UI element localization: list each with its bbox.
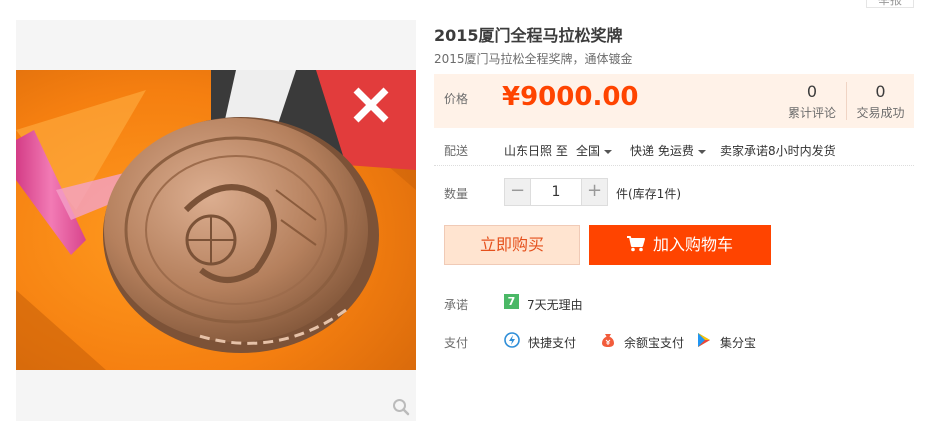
yuebao-icon [602, 334, 614, 347]
product-photo[interactable] [16, 70, 416, 370]
shipping-row: 配送 山东日照 至 全国 快递 免运费 卖家承诺8小时内发货 [434, 132, 914, 166]
payment-method-label: 集分宝 [720, 336, 757, 350]
product-gallery [16, 20, 416, 421]
ship-from: 山东日照 至 [504, 144, 568, 158]
sales-count: 0 [875, 82, 886, 101]
quantity-stepper: − 1 + [504, 178, 608, 206]
product-subtitle: 2015厦门马拉松全程奖牌，通体镀金 [434, 52, 633, 66]
promise-row: 承诺 7 7天无理由 [434, 293, 914, 313]
chevron-down-icon [697, 149, 706, 154]
report-label: 举报 [878, 0, 903, 7]
payment-method-label: 快捷支付 [528, 336, 577, 350]
add-to-cart-label: 加入购物车 [652, 235, 733, 254]
ship-destination-value: 全国 [576, 144, 601, 158]
shipping-label: 配送 [444, 144, 469, 158]
payment-label: 支付 [444, 336, 469, 350]
reviews-label: 累计评论 [787, 106, 836, 120]
payment-method-label: 余额宝支付 [624, 336, 685, 350]
report-link[interactable]: 举报 [866, 0, 914, 8]
medal-photo-graphic [16, 70, 416, 370]
ship-method-select[interactable]: 快递 免运费 [630, 142, 706, 159]
quick-pay-icon [504, 332, 520, 348]
ship-method-value: 快递 免运费 [630, 144, 694, 158]
sales-stat: 0 交易成功 [846, 82, 914, 120]
decrease-button[interactable]: − [505, 179, 531, 205]
seven-day-return-icon: 7 [504, 294, 519, 309]
reviews-stat[interactable]: 0 累计评论 [778, 82, 846, 120]
product-title: 2015厦门全程马拉松奖牌 [434, 26, 623, 45]
zoom-icon[interactable] [392, 398, 410, 416]
add-to-cart-button[interactable]: 加入购物车 [589, 225, 771, 265]
sales-label: 交易成功 [856, 106, 905, 120]
quantity-input[interactable]: 1 [532, 184, 580, 200]
promise-label: 承诺 [444, 298, 469, 312]
price-panel: 价格 ¥9000.00 0 累计评论 0 交易成功 [434, 74, 914, 128]
cart-icon [626, 236, 645, 252]
jifenbao-icon [698, 333, 710, 347]
ship-promise: 卖家承诺8小时内发货 [720, 144, 836, 158]
quantity-label: 数量 [444, 187, 469, 201]
price-value: ¥9000.00 [502, 82, 639, 112]
ship-destination-select[interactable]: 全国 [576, 142, 613, 159]
reviews-count: 0 [806, 82, 818, 101]
buy-now-button[interactable]: 立即购买 [444, 225, 580, 265]
quantity-row: 数量 − 1 + 件(库存1件) [434, 176, 914, 206]
chevron-down-icon [604, 149, 613, 154]
promise-text[interactable]: 7天无理由 [527, 296, 583, 313]
payment-row: 支付 快捷支付 余额宝支付 集分宝 [434, 331, 914, 351]
stock-info: 件(库存1件) [616, 187, 681, 201]
price-label: 价格 [444, 92, 469, 106]
increase-button[interactable]: + [581, 179, 607, 205]
